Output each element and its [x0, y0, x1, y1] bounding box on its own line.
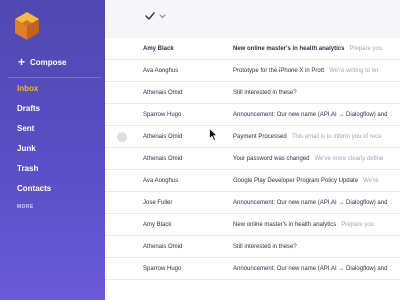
- compose-label: Compose: [30, 57, 67, 67]
- email-row[interactable]: Amy Black New online master's in health …: [105, 214, 400, 236]
- email-subject-cell: Google Play Developer Program Policy Upd…: [233, 170, 400, 192]
- email-row[interactable]: Sparrow Hugo Announcement: Our new name …: [105, 258, 400, 280]
- checkmark-icon: [145, 12, 155, 20]
- email-subject-cell: New online master's in health analytics P…: [233, 38, 400, 60]
- email-row[interactable]: Ava Aonghus Google Play Developer Progra…: [105, 170, 400, 192]
- email-subject-cell: Still interested in these?: [233, 236, 400, 258]
- email-sender: Athenais Omid: [143, 90, 183, 96]
- select-radio[interactable]: [117, 132, 127, 142]
- email-preview: This email is to inform you of rece: [291, 134, 382, 140]
- compose-button[interactable]: + Compose: [18, 56, 66, 68]
- sidebar-item-drafts[interactable]: Drafts: [17, 104, 51, 124]
- email-sender: Athenais Omid: [143, 156, 183, 162]
- email-row[interactable]: Ava Aonghus Prototype for the iPhone X i…: [105, 60, 400, 82]
- email-sender: Athenais Omid: [143, 134, 183, 140]
- email-subject-cell: Your password was changed We've more clea…: [233, 148, 400, 170]
- email-subject: Payment Processed: [233, 134, 287, 140]
- sidebar-item-inbox[interactable]: Inbox: [17, 84, 51, 104]
- email-list: Amy Black New online master's in health …: [105, 38, 400, 280]
- chevron-down-icon[interactable]: [159, 13, 166, 19]
- sidebar-item-contacts[interactable]: Contacts: [17, 184, 51, 204]
- email-sender: Amy Black: [143, 46, 174, 52]
- email-row[interactable]: Athenais Omid Payment Processed This emai…: [105, 126, 400, 148]
- email-subject: New online master's in health analytics: [233, 222, 337, 228]
- email-sender: Sparrow Hugo: [143, 266, 182, 272]
- mail-list-pane: Amy Black New online master's in health …: [105, 0, 400, 300]
- email-subject-cell: Announcement: Our new name (API.AI → Dia…: [233, 192, 400, 214]
- email-subject-cell: Announcement: Our new name (API.AI → Dia…: [233, 104, 400, 126]
- email-sender: Sparrow Hugo: [143, 112, 182, 118]
- plus-icon: +: [18, 55, 26, 69]
- email-subject: Your password was changed: [233, 156, 310, 162]
- email-preview: We're: [363, 178, 379, 184]
- email-subject: Prototype for the iPhone X in Prott: [233, 68, 325, 74]
- email-row[interactable]: Sparrow Hugo Announcement: Our new name …: [105, 104, 400, 126]
- select-all-control[interactable]: [145, 12, 166, 20]
- email-preview: Prepare you: [341, 222, 374, 228]
- sidebar-item-junk[interactable]: Junk: [17, 144, 51, 164]
- email-subject: Announcement: Our new name (API.AI → Dia…: [233, 112, 388, 118]
- email-subject-cell: Payment Processed This email is to inform…: [233, 126, 400, 148]
- email-sender: Ava Aonghus: [143, 178, 179, 184]
- sidebar-item-trash[interactable]: Trash: [17, 164, 51, 184]
- email-subject: Google Play Developer Program Policy Upd…: [233, 178, 359, 184]
- email-row[interactable]: Jose Fuller Announcement: Our new name (…: [105, 192, 400, 214]
- email-row[interactable]: Athenais Omid Still interested in these?: [105, 236, 400, 258]
- email-row[interactable]: Athenais Omid Your password was changed W…: [105, 148, 400, 170]
- toolbar: [105, 0, 400, 38]
- email-preview: We're writing to let: [329, 68, 379, 74]
- email-subject-cell: Announcement: Our new name (API.AI → Dia…: [233, 258, 400, 280]
- email-row[interactable]: Amy Black New online master's in health …: [105, 38, 400, 60]
- sidebar-divider: [8, 77, 101, 78]
- email-subject-cell: New online master's in health analytics P…: [233, 214, 400, 236]
- email-subject: New online master's in health analytics: [233, 46, 345, 52]
- cube-logo-icon[interactable]: [14, 11, 40, 41]
- email-preview: Prepare you: [349, 46, 383, 52]
- email-preview: We've more clearly define: [314, 156, 384, 162]
- email-subject: Announcement: Our new name (API.AI → Dia…: [233, 200, 388, 206]
- sidebar-item-sent[interactable]: Sent: [17, 124, 51, 144]
- email-row[interactable]: Athenais Omid Still interested in these?: [105, 82, 400, 104]
- email-subject-cell: Prototype for the iPhone X in Prott We're…: [233, 60, 400, 82]
- email-sender: Amy Black: [143, 222, 172, 228]
- email-sender: Athenais Omid: [143, 244, 183, 250]
- email-sender: Ava Aonghus: [143, 68, 179, 74]
- email-subject-cell: Still interested in these?: [233, 82, 400, 104]
- email-subject: Still interested in these?: [233, 90, 297, 96]
- sidebar: + Compose Inbox Drafts Sent Junk Trash C…: [0, 0, 105, 300]
- email-subject: Announcement: Our new name (API.AI → Dia…: [233, 266, 388, 272]
- email-subject: Still interested in these?: [233, 244, 297, 250]
- email-sender: Jose Fuller: [143, 200, 173, 206]
- sidebar-nav: Inbox Drafts Sent Junk Trash Contacts: [17, 84, 51, 204]
- more-link[interactable]: MORE: [17, 204, 34, 210]
